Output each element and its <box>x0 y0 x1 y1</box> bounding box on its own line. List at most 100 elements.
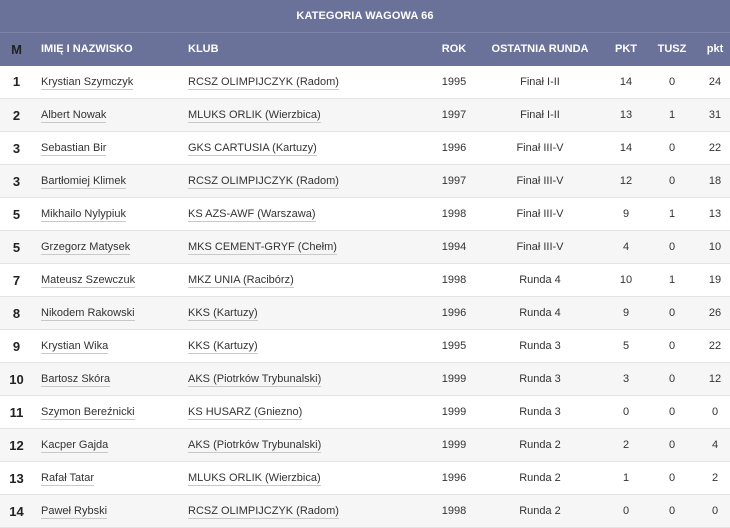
column-header-pkt[interactable]: pkt <box>692 32 730 66</box>
athlete-name-link[interactable]: Krystian Szymczyk <box>41 75 134 90</box>
column-header-year[interactable]: ROK <box>428 32 480 66</box>
athlete-name-link[interactable]: Bartosz Skóra <box>41 373 111 387</box>
athlete-name-link[interactable]: Krystian Wika <box>41 340 109 354</box>
column-header-tusz[interactable]: TUSZ <box>652 32 692 66</box>
athlete-name-link[interactable]: Szymon Bereźnicki <box>41 406 135 420</box>
pkt-cell: 0 <box>692 395 730 429</box>
athlete-name-link[interactable]: Rafał Tatar <box>41 472 94 486</box>
last-round-cell: Finał I-II <box>480 65 600 99</box>
table-row: 11 Szymon Bereźnicki KS HUSARZ (Gniezno) 19… <box>0 395 730 429</box>
column-header-points[interactable]: PKT <box>600 32 652 66</box>
club-cell: KKS (Kartuzy) <box>188 329 428 363</box>
club-link[interactable]: AKS (Piotrków Trybunalski) <box>188 373 322 387</box>
club-cell: KKS (Kartuzy) <box>188 296 428 330</box>
place-cell: 3 <box>0 131 33 165</box>
place-cell: 7 <box>0 263 33 297</box>
tusz-cell: 1 <box>652 197 692 231</box>
club-link[interactable]: GKS CARTUSIA (Kartuzy) <box>188 142 317 156</box>
tusz-cell: 0 <box>652 296 692 330</box>
points-cell: 3 <box>600 362 652 396</box>
club-link[interactable]: MLUKS ORLIK (Wierzbica) <box>188 472 321 486</box>
year-cell: 1999 <box>428 395 480 429</box>
club-link[interactable]: MLUKS ORLIK (Wierzbica) <box>188 109 321 123</box>
club-cell: GKS CARTUSIA (Kartuzy) <box>188 131 428 165</box>
tusz-cell: 0 <box>652 65 692 99</box>
athlete-name-link[interactable]: Sebastian Bir <box>41 142 107 156</box>
table-row: 14 Paweł Rybski RCSZ OLIMPIJCZYK (Radom) 19… <box>0 494 730 528</box>
last-round-cell: Runda 4 <box>480 263 600 297</box>
last-round-cell: Runda 3 <box>480 395 600 429</box>
club-cell: RCSZ OLIMPIJCZYK (Radom) <box>188 164 428 198</box>
pkt-cell: 10 <box>692 230 730 264</box>
athlete-name-cell: Kacper Gajda <box>33 428 188 462</box>
year-cell: 1998 <box>428 263 480 297</box>
athlete-name-link[interactable]: Kacper Gajda <box>41 439 109 453</box>
year-cell: 1997 <box>428 98 480 132</box>
column-header-place[interactable]: M <box>0 32 33 66</box>
athlete-name-link[interactable]: Albert Nowak <box>41 109 107 123</box>
last-round-cell: Runda 2 <box>480 494 600 528</box>
club-link[interactable]: RCSZ OLIMPIJCZYK (Radom) <box>188 75 339 90</box>
club-link[interactable]: KS AZS-AWF (Warszawa) <box>188 208 316 222</box>
table-row: 5 Mikhailo Nylypiuk KS AZS-AWF (Warszawa) 1… <box>0 197 730 231</box>
club-link[interactable]: AKS (Piotrków Trybunalski) <box>188 439 322 453</box>
pkt-cell: 22 <box>692 329 730 363</box>
club-cell: RCSZ OLIMPIJCZYK (Radom) <box>188 494 428 528</box>
club-link[interactable]: KKS (Kartuzy) <box>188 307 258 321</box>
column-header-last-round[interactable]: OSTATNIA RUNDA <box>480 32 600 66</box>
athlete-name-link[interactable]: Mateusz Szewczuk <box>41 274 136 288</box>
pkt-cell: 26 <box>692 296 730 330</box>
pkt-cell: 0 <box>692 494 730 528</box>
year-cell: 1996 <box>428 131 480 165</box>
year-cell: 1997 <box>428 164 480 198</box>
year-cell: 1998 <box>428 494 480 528</box>
club-link[interactable]: RCSZ OLIMPIJCZYK (Radom) <box>188 175 339 189</box>
points-cell: 5 <box>600 329 652 363</box>
club-link[interactable]: KS HUSARZ (Gniezno) <box>188 406 303 420</box>
tusz-cell: 1 <box>652 98 692 132</box>
place-cell: 1 <box>0 65 33 99</box>
place-cell: 8 <box>0 296 33 330</box>
points-cell: 0 <box>600 494 652 528</box>
points-cell: 0 <box>600 395 652 429</box>
year-cell: 1996 <box>428 296 480 330</box>
athlete-name-cell: Grzegorz Matysek <box>33 230 188 264</box>
table-row: 12 Kacper Gajda AKS (Piotrków Trybunalski)… <box>0 428 730 462</box>
points-cell: 9 <box>600 296 652 330</box>
place-cell: 9 <box>0 329 33 363</box>
athlete-name-cell: Nikodem Rakowski <box>33 296 188 330</box>
last-round-cell: Runda 2 <box>480 461 600 495</box>
place-cell: 13 <box>0 461 33 495</box>
points-cell: 13 <box>600 98 652 132</box>
year-cell: 1995 <box>428 65 480 99</box>
pkt-cell: 19 <box>692 263 730 297</box>
athlete-name-link[interactable]: Grzegorz Matysek <box>41 241 131 255</box>
place-cell: 14 <box>0 494 33 528</box>
pkt-cell: 24 <box>692 65 730 99</box>
athlete-name-link[interactable]: Bartłomiej Klimek <box>41 175 126 189</box>
place-cell: 2 <box>0 98 33 132</box>
club-link[interactable]: KKS (Kartuzy) <box>188 340 258 354</box>
club-link[interactable]: RCSZ OLIMPIJCZYK (Radom) <box>188 505 339 519</box>
athlete-name-cell: Bartosz Skóra <box>33 362 188 396</box>
club-link[interactable]: MKS CEMENT-GRYF (Chełm) <box>188 241 337 255</box>
pkt-cell: 12 <box>692 362 730 396</box>
athlete-name-link[interactable]: Nikodem Rakowski <box>41 307 135 321</box>
table-row: 3 Bartłomiej Klimek RCSZ OLIMPIJCZYK (Rado… <box>0 164 730 198</box>
tusz-cell: 0 <box>652 164 692 198</box>
tusz-cell: 0 <box>652 230 692 264</box>
column-header-name[interactable]: IMIĘ I NAZWISKO <box>33 32 188 66</box>
athlete-name-link[interactable]: Paweł Rybski <box>41 505 108 519</box>
athlete-name-cell: Mateusz Szewczuk <box>33 263 188 297</box>
weight-category-title: KATEGORIA WAGOWA 66 <box>0 0 730 32</box>
club-link[interactable]: MKZ UNIA (Racibórz) <box>188 274 294 288</box>
last-round-cell: Runda 4 <box>480 296 600 330</box>
results-table: M IMIĘ I NAZWISKO KLUB ROK OSTATNIA RUND… <box>0 32 730 528</box>
athlete-name-cell: Krystian Szymczyk <box>33 65 188 99</box>
column-header-club[interactable]: KLUB <box>188 32 428 66</box>
athlete-name-link[interactable]: Mikhailo Nylypiuk <box>41 208 126 222</box>
club-cell: KS AZS-AWF (Warszawa) <box>188 197 428 231</box>
points-cell: 12 <box>600 164 652 198</box>
table-row: 1 Krystian Szymczyk RCSZ OLIMPIJCZYK (Rado… <box>0 65 730 99</box>
last-round-cell: Finał III-V <box>480 164 600 198</box>
